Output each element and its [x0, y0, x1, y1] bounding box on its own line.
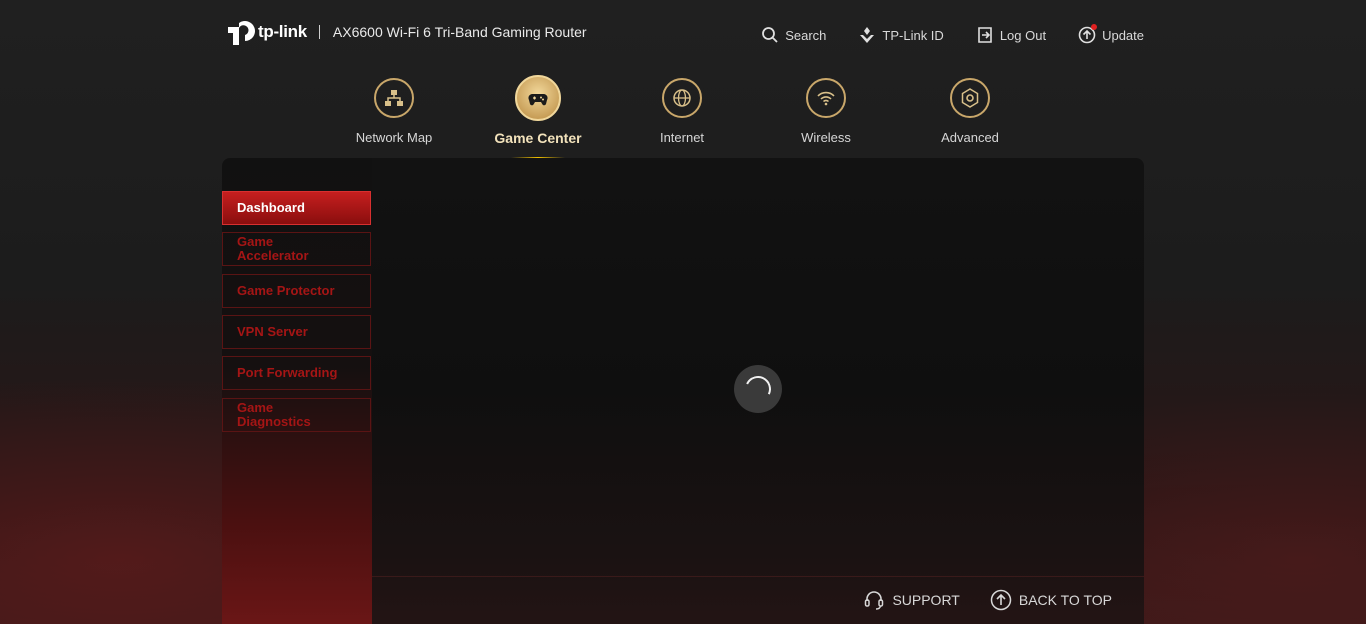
sidebar-item-game-diagnostics[interactable]: Game Diagnostics	[222, 398, 371, 432]
logo-separator	[318, 25, 320, 39]
wifi-icon	[806, 78, 846, 118]
nav-game-center[interactable]: Game Center	[466, 75, 610, 160]
update-label: Update	[1102, 27, 1144, 43]
footer-divider	[372, 576, 1144, 577]
nav-internet[interactable]: Internet	[610, 78, 754, 145]
logout-icon	[978, 27, 992, 43]
sidebar-item-label: VPN Server	[237, 324, 308, 339]
nav-network-map[interactable]: Network Map	[322, 78, 466, 145]
globe-icon	[662, 78, 702, 118]
sidebar-item-label: Game Diagnostics	[237, 400, 311, 429]
logout-button[interactable]: Log Out	[976, 26, 1046, 44]
router-model: AX6600 Wi-Fi 6 Tri-Band Gaming Router	[332, 24, 587, 40]
search-button[interactable]: Search	[761, 26, 826, 44]
sidebar-item-label: Port Forwarding	[237, 365, 338, 380]
loading-spinner	[734, 365, 782, 413]
back-to-top-link[interactable]: BACK TO TOP	[990, 589, 1112, 611]
sidebar-item-label: Dashboard	[237, 200, 305, 215]
tplink-logo[interactable]: tp-link AX6600 Wi-Fi 6 Tri-Band Gaming R…	[222, 15, 587, 49]
support-label: SUPPORT	[892, 592, 960, 608]
sidebar-item-label: Game Accelerator	[237, 234, 309, 263]
gear-icon	[950, 78, 990, 118]
nav-internet-label: Internet	[659, 130, 705, 145]
header: tp-link AX6600 Wi-Fi 6 Tri-Band Gaming R…	[222, 0, 1144, 70]
gamepad-icon	[515, 75, 561, 121]
nav-game-center-label: Game Center	[494, 130, 582, 146]
nav-wireless[interactable]: Wireless	[754, 78, 898, 145]
sidebar: Dashboard Game Accelerator Game Protecto…	[222, 158, 372, 624]
sidebar-item-game-accelerator[interactable]: Game Accelerator	[222, 232, 371, 266]
sidebar-item-label: Game Protector	[237, 283, 335, 298]
search-label: Search	[785, 27, 827, 43]
nav-wireless-label: Wireless	[801, 130, 851, 145]
sidebar-item-game-protector[interactable]: Game Protector	[222, 274, 371, 308]
support-link[interactable]: SUPPORT	[863, 589, 960, 611]
headset-icon	[865, 591, 884, 610]
spinner-icon	[741, 372, 775, 406]
update-notification-dot	[1091, 24, 1098, 30]
brand-name: tp-link	[258, 22, 307, 41]
footer: SUPPORT BACK TO TOP	[863, 589, 1112, 611]
tplink-id-label: TP-Link ID	[882, 27, 944, 43]
search-icon	[762, 27, 778, 43]
tplink-logo-icon	[222, 15, 256, 49]
nav-advanced[interactable]: Advanced	[898, 78, 1042, 145]
nav-advanced-label: Advanced	[941, 130, 999, 145]
network-map-icon	[374, 78, 414, 118]
tplink-id-button[interactable]: TP-Link ID	[858, 26, 944, 44]
sidebar-item-port-forwarding[interactable]: Port Forwarding	[222, 356, 371, 390]
top-actions: Search TP-Link ID Log Out Update	[761, 24, 1144, 44]
sidebar-item-dashboard[interactable]: Dashboard	[222, 191, 371, 225]
main-nav: Network Map Game Center Internet Wireles…	[322, 75, 1044, 162]
nav-network-map-label: Network Map	[355, 130, 433, 145]
main-panel: Dashboard Game Accelerator Game Protecto…	[222, 158, 1144, 624]
logout-label: Log Out	[999, 27, 1047, 43]
tplink-id-icon	[860, 27, 875, 43]
sidebar-item-vpn-server[interactable]: VPN Server	[222, 315, 371, 349]
arrow-up-circle-icon	[990, 589, 1012, 611]
update-button[interactable]: Update	[1078, 24, 1144, 44]
back-to-top-label: BACK TO TOP	[1018, 592, 1112, 608]
content-area: SUPPORT BACK TO TOP	[372, 158, 1144, 624]
